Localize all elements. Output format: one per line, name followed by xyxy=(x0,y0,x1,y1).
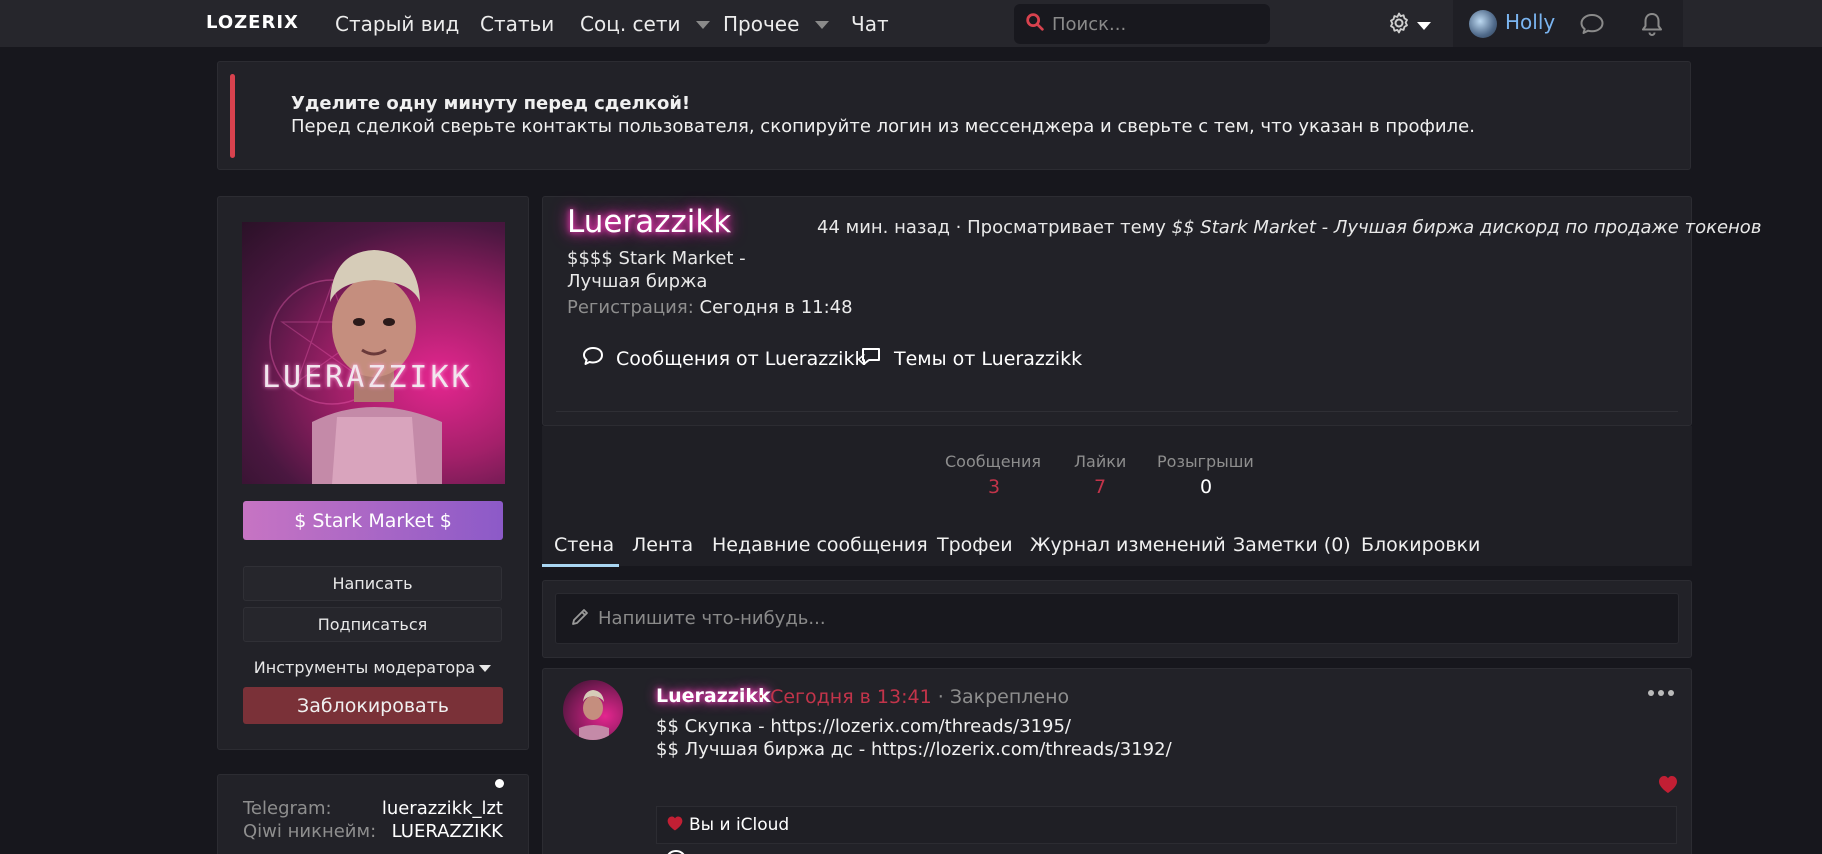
active-tab-indicator xyxy=(542,564,619,567)
profile-status: $$$$ Stark Market - Лучшая биржа xyxy=(567,248,746,292)
profile-avatar[interactable] xyxy=(242,222,505,484)
search-input[interactable] xyxy=(1052,13,1252,35)
settings-menu[interactable] xyxy=(1387,11,1431,39)
stat-likes-value[interactable]: 7 xyxy=(1094,476,1106,498)
registration-label: Регистрация: xyxy=(567,297,694,318)
stat-likes-label: Лайки xyxy=(1074,452,1127,471)
post-pinned: · Закреплено xyxy=(937,686,1070,708)
status-dot xyxy=(495,779,504,788)
post-author[interactable]: Luerazzikk xyxy=(656,685,771,707)
avatar[interactable] xyxy=(1469,10,1497,38)
last-activity: 44 мин. назад · Просматривает тему $$ St… xyxy=(817,217,1761,238)
current-user-name[interactable]: Holly xyxy=(1505,10,1555,34)
chevron-down-icon[interactable] xyxy=(696,21,711,29)
more-options-icon[interactable] xyxy=(1648,690,1674,696)
activity-prefix: 44 мин. назад · Просматривает тему xyxy=(817,217,1166,238)
nav-articles-label: Статьи xyxy=(480,12,555,36)
nav-articles[interactable]: Статьи xyxy=(480,12,554,36)
heart-icon xyxy=(665,814,689,837)
nav-other[interactable]: Прочее xyxy=(723,12,830,36)
pencil-icon xyxy=(570,607,590,631)
likes-summary[interactable]: Вы и iCloud xyxy=(656,806,1677,844)
chat-bubble-icon[interactable] xyxy=(1579,12,1605,40)
chevron-down-icon[interactable] xyxy=(1417,22,1431,30)
qiwi-value[interactable]: LUERAZZIKK xyxy=(392,821,503,842)
notice-title: Уделите одну минуту перед сделкой! xyxy=(291,93,691,114)
wall-post-input[interactable] xyxy=(598,608,1498,629)
comment-icon xyxy=(582,346,616,371)
likes-text: Вы и iCloud xyxy=(689,815,790,835)
registration-date: Сегодня в 11:48 xyxy=(699,297,853,318)
nav-chat-label: Чат xyxy=(851,12,889,36)
tab-feed[interactable]: Лента xyxy=(632,534,693,556)
qiwi-label: Qiwi никнейм: xyxy=(243,821,377,842)
activity-thread-link[interactable]: $$ Stark Market - Лучшая биржа дискорд п… xyxy=(1172,217,1762,238)
telegram-label: Telegram: xyxy=(243,798,332,819)
nav-other-label: Прочее xyxy=(723,12,800,36)
post-text-line: $$ Лучшая биржа дс - https://lozerix.com… xyxy=(656,739,1172,760)
post-sep: · xyxy=(758,686,765,708)
messages-link[interactable]: Сообщения от Luerazzikk xyxy=(582,346,865,371)
site-logo[interactable]: LOZERIX xyxy=(206,12,299,33)
tab-changelog[interactable]: Журнал изменений xyxy=(1030,534,1226,556)
avatar-watermark-text: LUERAZZIKK xyxy=(262,360,473,395)
nav-social-label: Соц. сети xyxy=(580,12,681,36)
post-time[interactable]: Сегодня в 13:41 xyxy=(770,686,932,708)
wall-compose-box[interactable] xyxy=(555,593,1679,644)
telegram-value[interactable]: luerazzikk_lzt xyxy=(382,798,503,819)
post-text-line: $$ Скупка - https://lozerix.com/threads/… xyxy=(656,716,1071,737)
write-button[interactable]: Написать xyxy=(243,566,502,601)
stat-messages-label: Сообщения xyxy=(945,452,1042,471)
block-button-label: Заблокировать xyxy=(297,694,449,717)
stat-giveaways-label: Розыгрыши xyxy=(1157,452,1254,471)
tab-bans[interactable]: Блокировки xyxy=(1361,534,1480,556)
messages-link-label: Сообщения от Luerazzikk xyxy=(616,347,866,370)
notice-accent-bar xyxy=(230,74,235,158)
subscribe-button-label: Подписаться xyxy=(317,615,428,634)
registration-info: Регистрация: Сегодня в 11:48 xyxy=(567,297,853,318)
profile-username: Luerazzikk xyxy=(567,204,732,240)
nav-old-view[interactable]: Старый вид xyxy=(335,12,459,36)
write-button-label: Написать xyxy=(332,574,413,593)
nav-chat[interactable]: Чат xyxy=(851,12,889,36)
tab-trophies[interactable]: Трофеи xyxy=(937,534,1013,556)
subscribe-button[interactable]: Подписаться xyxy=(243,607,502,642)
bell-icon[interactable] xyxy=(1640,11,1664,41)
post-meta: · Сегодня в 13:41 · Закреплено xyxy=(758,686,1069,708)
search-icon xyxy=(1024,11,1046,37)
chevron-down-icon xyxy=(479,665,492,672)
gear-icon[interactable] xyxy=(1387,11,1411,39)
like-heart-icon[interactable] xyxy=(1656,773,1680,799)
notice-text: Перед сделкой сверьте контакты пользоват… xyxy=(291,116,1475,137)
tab-wall[interactable]: Стена xyxy=(554,534,614,556)
chevron-down-icon[interactable] xyxy=(815,21,830,29)
thread-icon xyxy=(860,346,894,371)
tab-recent-messages[interactable]: Недавние сообщения xyxy=(712,534,928,556)
stat-messages-value[interactable]: 3 xyxy=(988,476,1000,498)
divider xyxy=(556,411,1678,412)
search-box[interactable] xyxy=(1014,4,1270,44)
nav-old-view-label: Старый вид xyxy=(335,12,460,36)
avatar[interactable] xyxy=(563,680,623,740)
user-title-badge: $ Stark Market $ xyxy=(243,501,503,540)
threads-link[interactable]: Темы от Luerazzikk xyxy=(860,346,1082,371)
nav-social[interactable]: Соц. сети xyxy=(580,12,711,36)
block-button[interactable]: Заблокировать xyxy=(243,687,503,724)
top-navbar: LOZERIX Старый вид Статьи Соц. сети Проч… xyxy=(0,0,1822,47)
mod-tools-button[interactable]: Инструменты модератора xyxy=(243,650,502,685)
mod-tools-label: Инструменты модератора xyxy=(253,658,476,677)
threads-link-label: Темы от Luerazzikk xyxy=(894,347,1083,370)
stat-giveaways-value: 0 xyxy=(1200,476,1213,498)
tab-notes[interactable]: Заметки (0) xyxy=(1233,534,1351,556)
